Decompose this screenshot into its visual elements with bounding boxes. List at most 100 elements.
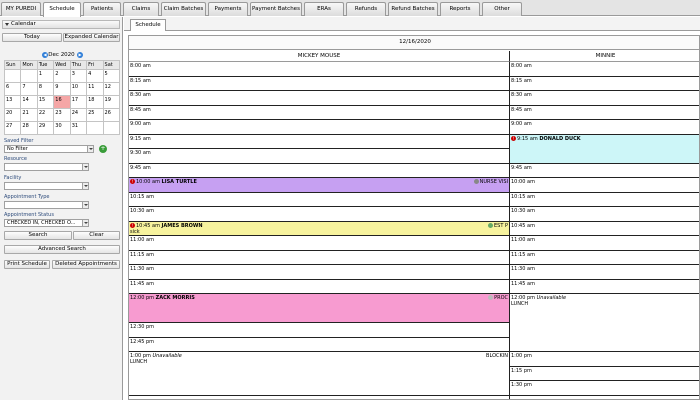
time-slot[interactable]: 10:15 am <box>510 193 699 207</box>
time-slot[interactable]: 10:00 am <box>510 178 699 193</box>
time-slot[interactable]: 11:45 am <box>129 280 509 294</box>
time-slot[interactable]: 11:00 am <box>510 236 699 251</box>
time-slot[interactable]: 1:00 pm <box>510 352 699 367</box>
time-slot[interactable]: 10:45 am <box>510 222 699 236</box>
appointment-block[interactable]: 1:00 pm Unavailable LUNCH BLOCKIN <box>129 352 509 396</box>
time-slot[interactable]: 8:15 am <box>510 77 699 91</box>
advanced-search-button[interactable]: Advanced Search <box>4 245 120 254</box>
saved-filter-select[interactable]: No Filter <box>4 145 94 153</box>
tab-patients[interactable]: Patients <box>83 2 121 16</box>
appointment-block[interactable]: 12:00 pm ZACK MORRIS PROC <box>129 294 509 323</box>
clear-button[interactable]: Clear <box>73 231 120 240</box>
appointment-block[interactable]: ! 9:15 am DONALD DUCK <box>510 134 699 164</box>
calendar-day[interactable]: 7 <box>20 82 38 96</box>
tab-claims[interactable]: Claims <box>123 2 159 16</box>
next-month-icon[interactable]: ▶ <box>77 52 83 58</box>
time-slot[interactable]: 9:45 am <box>510 164 699 178</box>
calendar-day[interactable]: 20 <box>3 108 22 122</box>
appointment-block[interactable]: ! 10:45 am JAMES BROWN sick EST P <box>129 221 509 236</box>
time-slot[interactable]: 8:30 am <box>510 91 699 106</box>
time-slot[interactable]: 9:00 am <box>129 120 509 135</box>
tab-my-puredi[interactable]: MY PUREDI <box>1 2 41 16</box>
chevron-down-icon[interactable] <box>82 164 88 170</box>
calendar-day[interactable]: 18 <box>86 95 104 109</box>
tab-other[interactable]: Other <box>482 2 522 16</box>
calendar-section-header[interactable]: Calendar <box>2 20 120 29</box>
time-slot[interactable]: 9:30 am <box>129 149 509 164</box>
tab-refunds[interactable]: Refunds <box>346 2 386 16</box>
time-slot[interactable]: 11:00 am <box>129 236 509 251</box>
tab-eras[interactable]: ERAs <box>304 2 344 16</box>
calendar-day[interactable]: 5 <box>102 69 121 83</box>
add-filter-icon[interactable]: + <box>99 145 107 153</box>
calendar-day[interactable]: 12 <box>102 82 121 96</box>
calendar-day[interactable]: 30 <box>53 121 71 135</box>
time-slot[interactable]: 12:30 pm <box>129 323 509 338</box>
time-slot[interactable]: 10:30 am <box>510 207 699 222</box>
calendar-day[interactable]: 3 <box>69 69 88 83</box>
time-slot[interactable]: 8:45 am <box>129 106 509 120</box>
calendar-day[interactable]: 23 <box>53 108 71 122</box>
today-button[interactable]: Today <box>2 33 62 42</box>
time-slot[interactable]: 11:30 am <box>129 265 509 280</box>
calendar-day[interactable]: 19 <box>102 95 121 109</box>
calendar-day[interactable]: 29 <box>36 121 55 135</box>
calendar-day[interactable]: 17 <box>69 95 88 109</box>
appointment-status-select[interactable]: CHECKED IN, CHECKED O... <box>4 219 89 227</box>
chevron-down-icon[interactable] <box>82 220 88 226</box>
calendar-day[interactable]: 6 <box>3 82 22 96</box>
calendar-day[interactable]: 1 <box>36 69 55 83</box>
facility-select[interactable] <box>4 182 89 190</box>
calendar-day[interactable]: 4 <box>86 69 104 83</box>
time-slot[interactable]: 11:15 am <box>510 251 699 265</box>
calendar-day-selected[interactable]: 16 <box>53 95 71 109</box>
deleted-appointments-button[interactable]: Deleted Appointments <box>52 260 120 269</box>
time-slot[interactable]: 10:30 am <box>129 207 509 222</box>
tab-payment-batches[interactable]: Payment Batches <box>250 2 302 16</box>
chevron-down-icon[interactable] <box>87 146 93 152</box>
tab-claim-batches[interactable]: Claim Batches <box>161 2 206 16</box>
chevron-down-icon[interactable] <box>82 183 88 189</box>
search-button[interactable]: Search <box>4 231 72 240</box>
time-slot[interactable]: 1:15 pm <box>510 367 699 381</box>
resource-select[interactable] <box>4 163 89 171</box>
tab-schedule[interactable]: Schedule <box>43 2 81 17</box>
calendar-day[interactable]: 15 <box>36 95 55 109</box>
calendar-day[interactable]: 10 <box>69 82 88 96</box>
time-slot[interactable]: 8:00 am <box>129 62 509 77</box>
time-slot[interactable]: 1:30 pm <box>510 381 699 396</box>
calendar-day[interactable]: 11 <box>86 82 104 96</box>
tab-payments[interactable]: Payments <box>208 2 248 16</box>
expanded-calendar-button[interactable]: Expanded Calendar <box>63 33 120 42</box>
tab-refund-batches[interactable]: Refund Batches <box>388 2 438 16</box>
collapse-triangle-icon[interactable] <box>5 23 9 26</box>
calendar-day[interactable]: 13 <box>3 95 22 109</box>
time-slot[interactable]: 11:30 am <box>510 265 699 280</box>
time-slot[interactable]: 8:30 am <box>129 91 509 106</box>
tab-schedule[interactable]: Schedule <box>130 19 166 31</box>
calendar-day[interactable]: 21 <box>20 108 38 122</box>
time-slot[interactable]: 10:15 am <box>129 193 509 207</box>
appointment-block[interactable]: 12:00 pm Unavailable LUNCH <box>510 294 699 352</box>
appointment-block[interactable]: ! 10:00 am LISA TURTLE NURSE VISI <box>129 178 509 193</box>
calendar-day[interactable]: 27 <box>3 121 22 135</box>
time-slot[interactable]: 11:45 am <box>510 280 699 294</box>
time-slot[interactable]: 9:15 am <box>129 135 509 149</box>
calendar-day[interactable]: 24 <box>69 108 88 122</box>
calendar-day[interactable]: 2 <box>53 69 71 83</box>
time-slot[interactable]: 12:45 pm <box>129 338 509 352</box>
chevron-down-icon[interactable] <box>82 202 88 208</box>
calendar-day[interactable]: 26 <box>102 108 121 122</box>
time-slot[interactable]: 8:00 am <box>510 62 699 77</box>
calendar-day[interactable]: 14 <box>20 95 38 109</box>
appointment-type-select[interactable] <box>4 201 89 209</box>
calendar-day[interactable]: 31 <box>69 121 88 135</box>
calendar-day[interactable]: 25 <box>86 108 104 122</box>
print-schedule-button[interactable]: Print Schedule <box>4 260 50 269</box>
calendar-day[interactable]: 9 <box>53 82 71 96</box>
calendar-day[interactable]: 22 <box>36 108 55 122</box>
time-slot[interactable]: 9:45 am <box>129 164 509 178</box>
time-slot[interactable]: 11:15 am <box>129 251 509 265</box>
time-slot[interactable]: 8:15 am <box>129 77 509 91</box>
calendar-day[interactable]: 28 <box>20 121 38 135</box>
